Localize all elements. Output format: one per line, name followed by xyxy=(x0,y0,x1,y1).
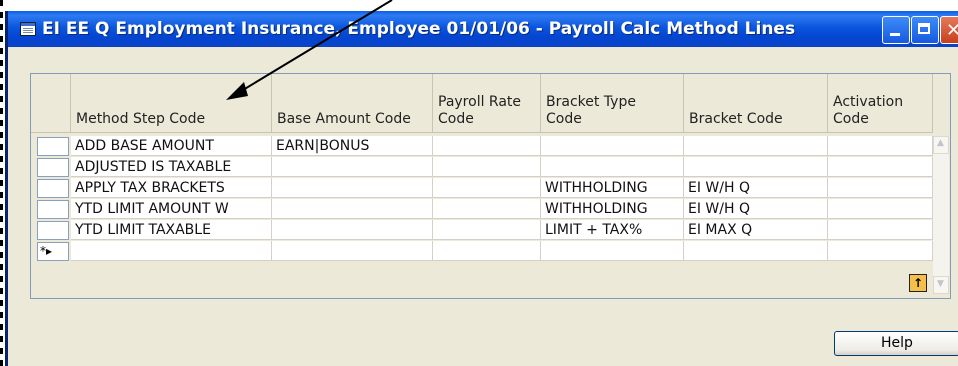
annotation-arrow xyxy=(226,0,393,100)
